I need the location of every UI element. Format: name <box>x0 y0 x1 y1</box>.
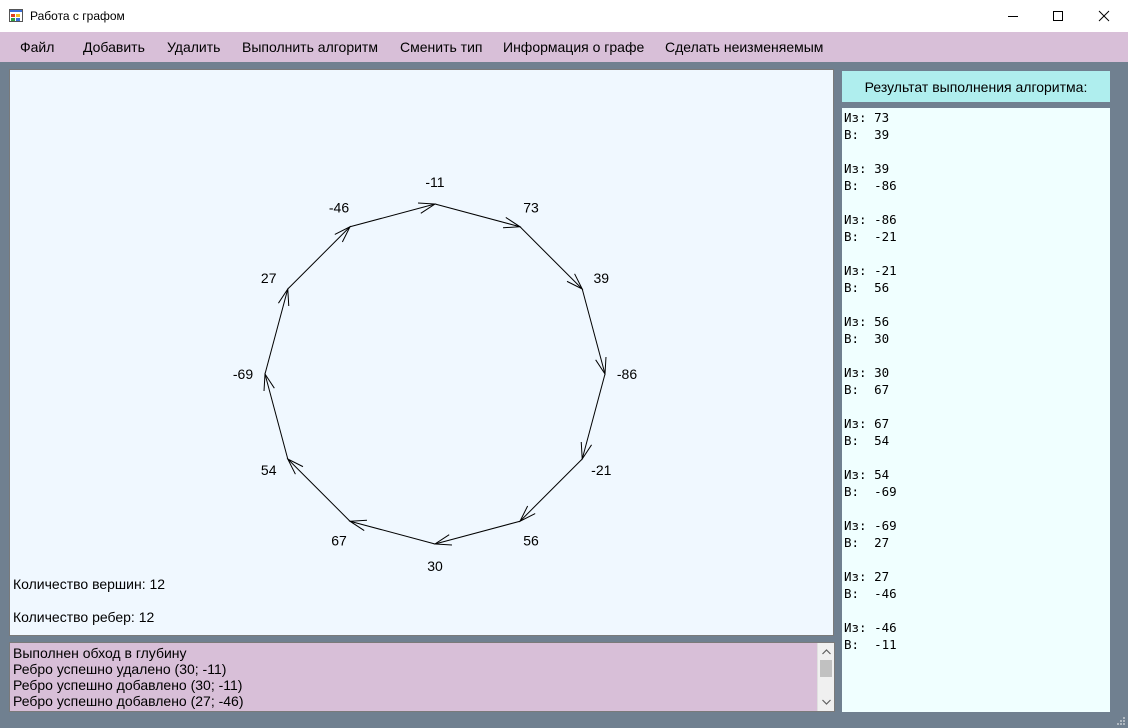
vertex-label: -69 <box>233 366 253 382</box>
menu-change-type[interactable]: Сменить тип <box>400 39 482 55</box>
result-header: Результат выполнения алгоритма: <box>842 71 1110 102</box>
vertex-label: -21 <box>591 462 611 478</box>
result-box[interactable]: Из: 73 В: 39 Из: 39 В: -86 Из: -86 В: -21 Из: … <box>842 108 1110 712</box>
minimize-icon <box>1008 16 1018 17</box>
menu-delete[interactable]: Удалить <box>167 39 220 55</box>
result-to: В: -21 <box>844 229 897 244</box>
graph-edge <box>349 202 437 228</box>
graph-edge <box>264 287 290 375</box>
menu-graph-info[interactable]: Информация о графе <box>503 39 644 55</box>
graph-edge <box>287 225 352 290</box>
maximize-button[interactable] <box>1035 0 1081 32</box>
result-to: В: -11 <box>844 637 897 652</box>
graph-edge <box>286 457 351 522</box>
title-bar: Работа с графом <box>0 0 1128 33</box>
close-button[interactable] <box>1081 0 1127 32</box>
graph-canvas[interactable]: -11 73 39 -86 -21 56 30 67 54 -69 27 -46 Количество… <box>9 69 834 636</box>
result-from: Из: -86 <box>844 212 897 227</box>
vertex-label: 56 <box>523 532 539 548</box>
result-from: Из: 67 <box>844 416 890 431</box>
vertex-label: 30 <box>427 558 443 574</box>
vertex-label: -46 <box>329 200 349 216</box>
result-to: В: 56 <box>844 280 890 295</box>
menu-add[interactable]: Добавить <box>83 39 145 55</box>
vertex-label: 39 <box>593 270 609 286</box>
scroll-thumb[interactable] <box>820 660 832 677</box>
result-from: Из: 30 <box>844 365 890 380</box>
result-from: Из: -69 <box>844 518 897 533</box>
result-to: В: 54 <box>844 433 890 448</box>
result-from: Из: -46 <box>844 620 897 635</box>
graph-edge <box>581 288 607 376</box>
graph-edge <box>518 458 583 523</box>
graph-edge <box>580 373 606 461</box>
minimize-button[interactable] <box>990 0 1036 32</box>
result-to: В: 27 <box>844 535 890 550</box>
result-from: Из: -21 <box>844 263 897 278</box>
result-to: В: -86 <box>844 178 897 193</box>
scroll-up-icon[interactable] <box>818 644 834 660</box>
menu-run-algorithm[interactable]: Выполнить алгоритм <box>242 39 378 55</box>
result-to: В: -46 <box>844 586 897 601</box>
result-from: Из: 73 <box>844 110 890 125</box>
vertex-label: 73 <box>523 200 539 216</box>
menu-file[interactable]: Файл <box>20 39 54 55</box>
vertex-label: 67 <box>331 532 347 548</box>
log-scrollbar[interactable] <box>817 643 834 711</box>
vertex-label: 54 <box>261 462 277 478</box>
log-line: Ребро успешно добавлено (27; -46) <box>13 693 244 709</box>
vertex-label: -11 <box>425 174 444 190</box>
graph-edge <box>433 520 521 546</box>
result-to: В: 67 <box>844 382 890 397</box>
result-to: В: 39 <box>844 127 890 142</box>
log-line: Выполнен обход в глубину <box>13 645 187 661</box>
result-to: В: 30 <box>844 331 890 346</box>
log-line: Ребро успешно добавлено (30; -11) <box>13 677 243 693</box>
result-to: В: -69 <box>844 484 897 499</box>
edge-count: Количество ребер: 12 <box>13 609 155 625</box>
window-title: Работа с графом <box>30 9 125 23</box>
maximize-icon <box>1053 11 1063 21</box>
log-box[interactable]: Выполнен обход в глубину Ребро успешно у… <box>9 642 835 712</box>
graph-drawing: -11 73 39 -86 -21 56 30 67 54 -69 27 -46 <box>233 174 637 574</box>
graph-edge <box>348 519 436 545</box>
graph-edge <box>519 226 584 291</box>
result-from: Из: 27 <box>844 569 890 584</box>
vertex-label: 27 <box>261 270 277 286</box>
result-from: Из: 39 <box>844 161 890 176</box>
log-line: Ребро успешно удалено (30; -11) <box>13 661 227 677</box>
resize-grip-icon[interactable] <box>1115 715 1125 725</box>
graph-edge <box>434 203 522 229</box>
app-icon <box>9 9 23 22</box>
menu-make-immutable[interactable]: Сделать неизменяемым <box>665 39 823 55</box>
scroll-down-icon[interactable] <box>818 694 834 710</box>
menu-bar: Файл Добавить Удалить Выполнить алгоритм… <box>0 32 1128 62</box>
result-from: Из: 56 <box>844 314 890 329</box>
close-icon <box>1098 10 1110 22</box>
result-from: Из: 54 <box>844 467 890 482</box>
graph-edge <box>263 372 289 460</box>
vertex-label: -86 <box>617 366 637 382</box>
vertex-count: Количество вершин: 12 <box>13 576 166 592</box>
